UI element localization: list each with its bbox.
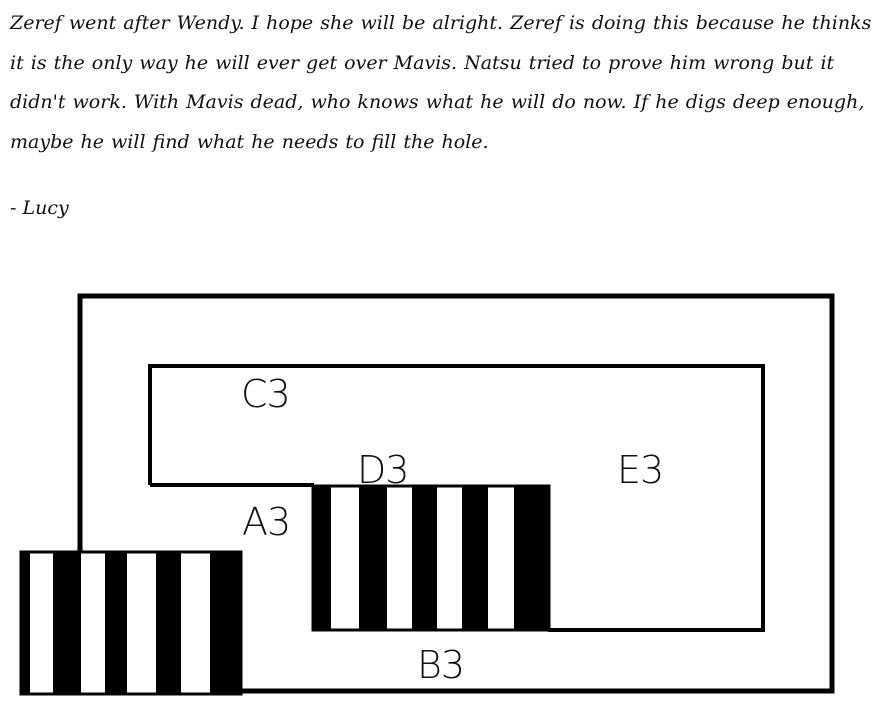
- room-label-c3: C3: [241, 372, 290, 416]
- room-label-a3: A3: [242, 500, 290, 544]
- stairs-upper: [311, 484, 551, 632]
- room-label-d3: D3: [357, 448, 408, 492]
- stairs-lower: [19, 550, 243, 696]
- room-label-e3: E3: [617, 448, 663, 492]
- dungeon-map: C3 D3 E3 A3 B3: [19, 293, 835, 696]
- room-label-b3: B3: [417, 643, 464, 687]
